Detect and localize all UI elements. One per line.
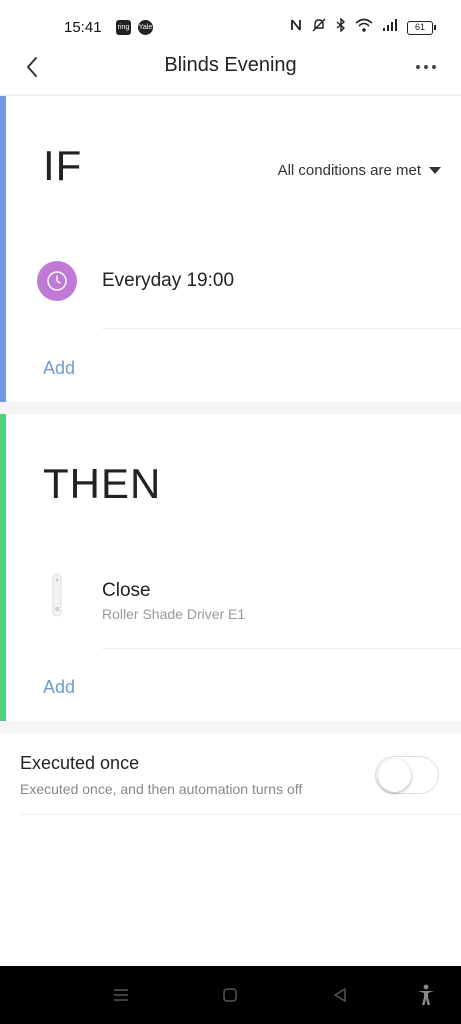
menu-button[interactable] bbox=[109, 983, 133, 1007]
page-title: Blinds Evening bbox=[164, 54, 297, 76]
action-title: Close bbox=[102, 580, 151, 601]
status-bar: 15:41 ring Yale 61 bbox=[0, 0, 461, 46]
battery-icon: 61 bbox=[407, 20, 436, 35]
accessibility-icon bbox=[418, 984, 434, 1005]
if-title: IF bbox=[43, 142, 83, 189]
condition-title: Everyday 19:00 bbox=[102, 270, 235, 291]
section-gap bbox=[0, 721, 461, 733]
system-nav-bar bbox=[0, 966, 461, 1024]
caret-down-icon bbox=[429, 167, 441, 174]
then-action-row[interactable]: Close Roller Shade Driver E1 bbox=[0, 564, 461, 634]
more-dots-icon bbox=[416, 65, 420, 69]
condition-mode-label: All conditions are met bbox=[277, 162, 421, 179]
nav-back-button[interactable] bbox=[328, 983, 352, 1007]
wifi-icon bbox=[355, 18, 373, 37]
executed-once-row: Executed once Executed once, and then au… bbox=[0, 740, 461, 814]
home-button[interactable] bbox=[218, 983, 242, 1007]
toggle-knob bbox=[378, 759, 411, 792]
executed-once-toggle[interactable] bbox=[375, 756, 439, 794]
clock-icon bbox=[37, 261, 77, 301]
app-header: Blinds Evening bbox=[0, 46, 461, 92]
if-add-link[interactable]: Add bbox=[43, 358, 75, 379]
status-icons: 61 bbox=[290, 17, 436, 37]
executed-once-title: Executed once bbox=[20, 753, 140, 773]
if-section: IF All conditions are met Everyday 19:00… bbox=[0, 96, 461, 402]
row-divider bbox=[20, 814, 461, 815]
ring-app-icon: ring bbox=[116, 20, 131, 35]
back-icon bbox=[334, 988, 346, 1002]
mute-icon bbox=[311, 18, 327, 37]
section-gap bbox=[0, 402, 461, 414]
action-device: Roller Shade Driver E1 bbox=[102, 606, 246, 622]
bluetooth-icon bbox=[336, 17, 346, 37]
accessibility-button[interactable] bbox=[414, 983, 438, 1007]
menu-icon bbox=[114, 989, 128, 1001]
home-icon bbox=[223, 988, 237, 1002]
more-options-button[interactable] bbox=[411, 54, 441, 80]
row-divider bbox=[102, 648, 461, 649]
signal-icon bbox=[382, 18, 398, 37]
condition-mode-dropdown[interactable]: All conditions are met bbox=[278, 162, 441, 179]
nfc-icon bbox=[290, 18, 302, 37]
roller-shade-icon bbox=[37, 573, 77, 617]
status-time: 15:41 bbox=[64, 19, 102, 36]
if-condition-row[interactable]: Everyday 19:00 bbox=[0, 246, 461, 316]
yale-app-icon: Yale bbox=[138, 20, 153, 35]
then-add-link[interactable]: Add bbox=[43, 677, 75, 698]
then-section: THEN Close Roller Shade Driver E1 Add bbox=[0, 414, 461, 721]
executed-once-description: Executed once, and then automation turns… bbox=[20, 781, 303, 797]
row-divider bbox=[102, 328, 461, 329]
then-title: THEN bbox=[43, 460, 162, 507]
